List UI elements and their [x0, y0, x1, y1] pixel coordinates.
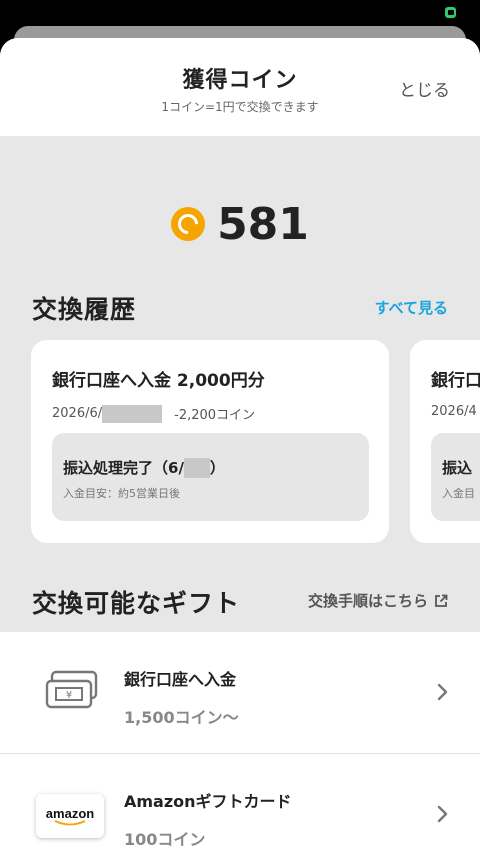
transfer-status-close: ）: [209, 459, 225, 477]
status-bar: [0, 0, 480, 24]
gifts-section-title: 交換可能なギフト: [32, 589, 241, 618]
transfer-status-text: 振込処理完了（6/: [63, 459, 184, 477]
history-card[interactable]: 銀行口座へ入金 2,000円分 2026/6/ -2,200コイン 振込処理完了…: [31, 340, 389, 543]
see-all-link[interactable]: すべて見る: [375, 297, 448, 318]
history-card-title: 銀行口: [431, 371, 480, 391]
history-card-amount: -2,200コイン: [174, 408, 256, 423]
amazon-smile-icon: [54, 820, 86, 826]
history-card-meta: 2026/6/ -2,200コイン: [52, 404, 255, 423]
transfer-status-box: 振込処理完了（6/ ） 入金目安：約5営業日後: [52, 433, 369, 521]
gift-name: 銀行口座へ入金: [124, 670, 237, 689]
gift-cost: 100コイン: [124, 830, 206, 849]
transfer-eta-note: 入金目: [442, 487, 475, 500]
history-card-title: 銀行口座へ入金 2,000円分: [52, 371, 265, 391]
coins-sheet: 獲得コイン 1コイン=1円で交換できます とじる 581 交換履歴 すべて見る …: [0, 38, 480, 854]
coin-icon: [171, 207, 206, 241]
gift-item-amazon[interactable]: amazon Amazonギフトカード 100コイン: [0, 754, 480, 854]
close-button[interactable]: とじる: [399, 76, 450, 101]
amazon-logo-text: amazon: [45, 806, 95, 821]
gift-list: ¥ 銀行口座へ入金 1,500コイン〜 amazon Amazonギフトカード …: [0, 632, 480, 854]
chevron-right-icon: [437, 805, 448, 823]
transfer-eta-note: 入金目安：約5営業日後: [63, 487, 180, 500]
redacted-block: [102, 404, 163, 423]
transfer-status-box: 振込 入金目: [431, 433, 480, 521]
svg-text:¥: ¥: [66, 690, 72, 701]
coin-balance: 581: [0, 194, 480, 254]
history-card-date: 2026/4: [431, 404, 477, 419]
bank-transfer-icon: ¥: [45, 670, 98, 709]
gift-item-bank-transfer[interactable]: ¥ 銀行口座へ入金 1,500コイン〜: [0, 632, 480, 754]
chevron-right-icon: [437, 683, 448, 701]
battery-icon: [445, 7, 456, 18]
exchange-procedure-link[interactable]: 交換手順はこちら: [308, 590, 448, 611]
exchange-procedure-label: 交換手順はこちら: [307, 592, 428, 610]
gift-cost: 1,500コイン〜: [124, 708, 239, 727]
history-section-title: 交換履歴: [32, 295, 137, 324]
redacted-block: [183, 457, 210, 478]
transfer-status: 振込: [442, 459, 473, 477]
history-card-meta: 2026/4: [431, 404, 477, 419]
transfer-status: 振込処理完了（6/ ）: [63, 457, 225, 478]
history-card[interactable]: 銀行口 2026/4 振込 入金目: [410, 340, 480, 543]
external-link-icon: [435, 594, 448, 607]
sheet-header: 獲得コイン 1コイン=1円で交換できます とじる: [0, 38, 480, 136]
history-card-date: 2026/6/: [52, 406, 103, 421]
amazon-logo: amazon: [36, 794, 104, 838]
gift-name: Amazonギフトカード: [124, 792, 292, 811]
coin-amount: 581: [217, 198, 309, 250]
